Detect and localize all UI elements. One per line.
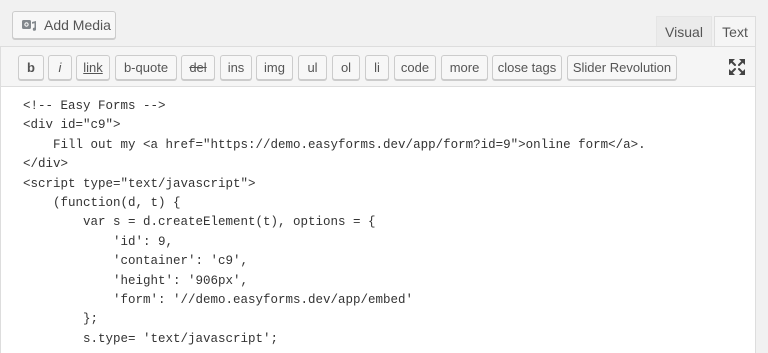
- tab-visual[interactable]: Visual: [656, 16, 712, 46]
- code-line: <script type="text/javascript">: [23, 176, 256, 191]
- blockquote-button[interactable]: b-quote: [115, 55, 177, 80]
- ins-button[interactable]: ins: [220, 55, 252, 80]
- ul-button[interactable]: ul: [298, 55, 327, 80]
- ol-button[interactable]: ol: [332, 55, 360, 80]
- li-button[interactable]: li: [365, 55, 389, 80]
- bold-button[interactable]: b: [18, 55, 44, 80]
- quicktags-toolbar: b i link b-quote del ins img ul ol li co…: [0, 46, 756, 86]
- code-line: 'id': 9,: [23, 234, 174, 249]
- tab-text[interactable]: Text: [714, 16, 756, 46]
- link-button[interactable]: link: [76, 55, 110, 80]
- code-line: Fill out my <a href="https://demo.easyfo…: [23, 137, 646, 152]
- code-line: var s = d.createElement(t), options = {: [23, 215, 376, 230]
- slider-revolution-button[interactable]: Slider Revolution: [567, 55, 677, 80]
- add-media-button[interactable]: Add Media: [12, 11, 116, 39]
- code-line: <div id="c9">: [23, 118, 121, 133]
- code-line: };: [23, 312, 99, 327]
- code-line: 'height': '906px',: [23, 273, 249, 288]
- add-media-label: Add Media: [44, 17, 111, 33]
- del-button[interactable]: del: [181, 55, 215, 80]
- code-line: 'container': 'c9',: [23, 254, 249, 269]
- more-button[interactable]: more: [441, 55, 488, 80]
- italic-button[interactable]: i: [48, 55, 72, 80]
- code-line: </div>: [23, 157, 69, 172]
- fullscreen-button[interactable]: [727, 57, 747, 77]
- close-tags-button[interactable]: close tags: [492, 55, 562, 80]
- text-editor: Add Media Visual Text b i link b-quote d…: [0, 0, 768, 353]
- code-line: s.type= 'text/javascript';: [23, 331, 279, 346]
- camera-music-icon: [21, 17, 37, 33]
- code-textarea[interactable]: <!-- Easy Forms --> <div id="c9"> Fill o…: [0, 86, 756, 353]
- code-line: <!-- Easy Forms -->: [23, 99, 166, 113]
- code-button[interactable]: code: [394, 55, 436, 80]
- code-line: 'form': '//demo.easyforms.dev/app/embed': [23, 292, 414, 307]
- fullscreen-expand-icon: [729, 59, 745, 75]
- img-button[interactable]: img: [256, 55, 293, 80]
- code-line: (function(d, t) {: [23, 195, 181, 210]
